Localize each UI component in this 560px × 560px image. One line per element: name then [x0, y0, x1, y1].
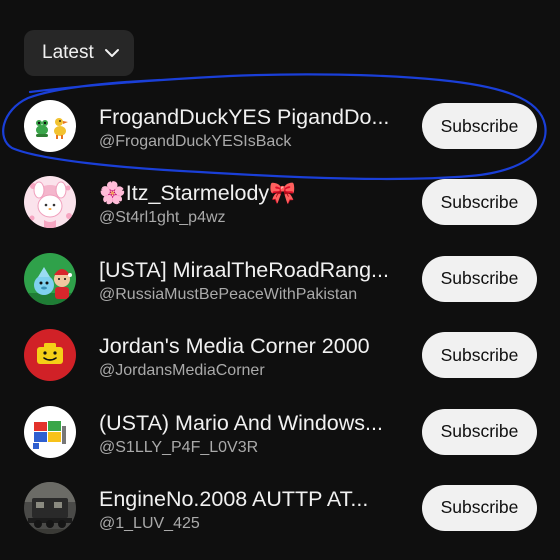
channel-handle: @RussiaMustBePeaceWithPakistan	[99, 285, 358, 303]
channel-name[interactable]: [USTA] MiraalTheRoadRang...	[99, 257, 405, 283]
frog-duck-avatar[interactable]	[24, 100, 76, 152]
chevron-down-icon	[104, 45, 120, 61]
channel-row[interactable]: (USTA) Mario And Windows... @S1LLY_P4F_L…	[0, 394, 560, 470]
subscribe-button[interactable]: Subscribe	[422, 484, 537, 531]
subscribe-button[interactable]: Subscribe	[422, 103, 537, 149]
channel-row[interactable]: [USTA] MiraalTheRoadRang... @RussiaMustB…	[0, 241, 560, 317]
channel-handle: @JordansMediaCorner	[99, 362, 265, 380]
channel-handle: @S1LLY_P4F_L0V3R	[99, 438, 259, 456]
channel-row[interactable]: EngineNo.2008 AUTTP AT... @1_LUV_425 Sub…	[0, 470, 560, 546]
channel-name[interactable]: (USTA) Mario And Windows...	[99, 410, 405, 436]
windows-logo-avatar[interactable]	[24, 405, 76, 458]
channel-handle: @St4rl1ght_p4wz	[99, 209, 226, 227]
channel-row[interactable]: FrogandDuckYES PigandDo... @FrogandDuckY…	[0, 88, 560, 164]
sort-dropdown-button[interactable]: Latest	[24, 30, 134, 76]
channel-name[interactable]: Jordan's Media Corner 2000	[99, 333, 405, 359]
locomotive-photo-avatar[interactable]	[24, 481, 76, 534]
pink-character-avatar[interactable]	[24, 176, 76, 229]
channel-row[interactable]: 🌸Itz_Starmelody🎀 @St4rl1ght_p4wz Subscri…	[0, 164, 560, 240]
channel-name[interactable]: EngineNo.2008 AUTTP AT...	[99, 486, 405, 512]
subscribe-button[interactable]: Subscribe	[422, 255, 537, 302]
channel-row[interactable]: Jordan's Media Corner 2000 @JordansMedia…	[0, 317, 560, 393]
sort-label: Latest	[42, 42, 94, 63]
channel-handle: @1_LUV_425	[99, 514, 200, 532]
channel-name[interactable]: FrogandDuckYES PigandDo...	[99, 104, 405, 130]
channel-name[interactable]: 🌸Itz_Starmelody🎀	[99, 180, 405, 206]
subscribe-button[interactable]: Subscribe	[422, 179, 537, 226]
channel-handle: @FrogandDuckYESIsBack	[99, 133, 292, 150]
yellow-block-face-avatar[interactable]	[24, 329, 76, 382]
channel-list: FrogandDuckYES PigandDo... @FrogandDuckY…	[0, 88, 560, 546]
cartoon-character-avatar[interactable]	[24, 252, 76, 305]
subscribe-button[interactable]: Subscribe	[422, 332, 537, 379]
subscribe-button[interactable]: Subscribe	[422, 408, 537, 455]
